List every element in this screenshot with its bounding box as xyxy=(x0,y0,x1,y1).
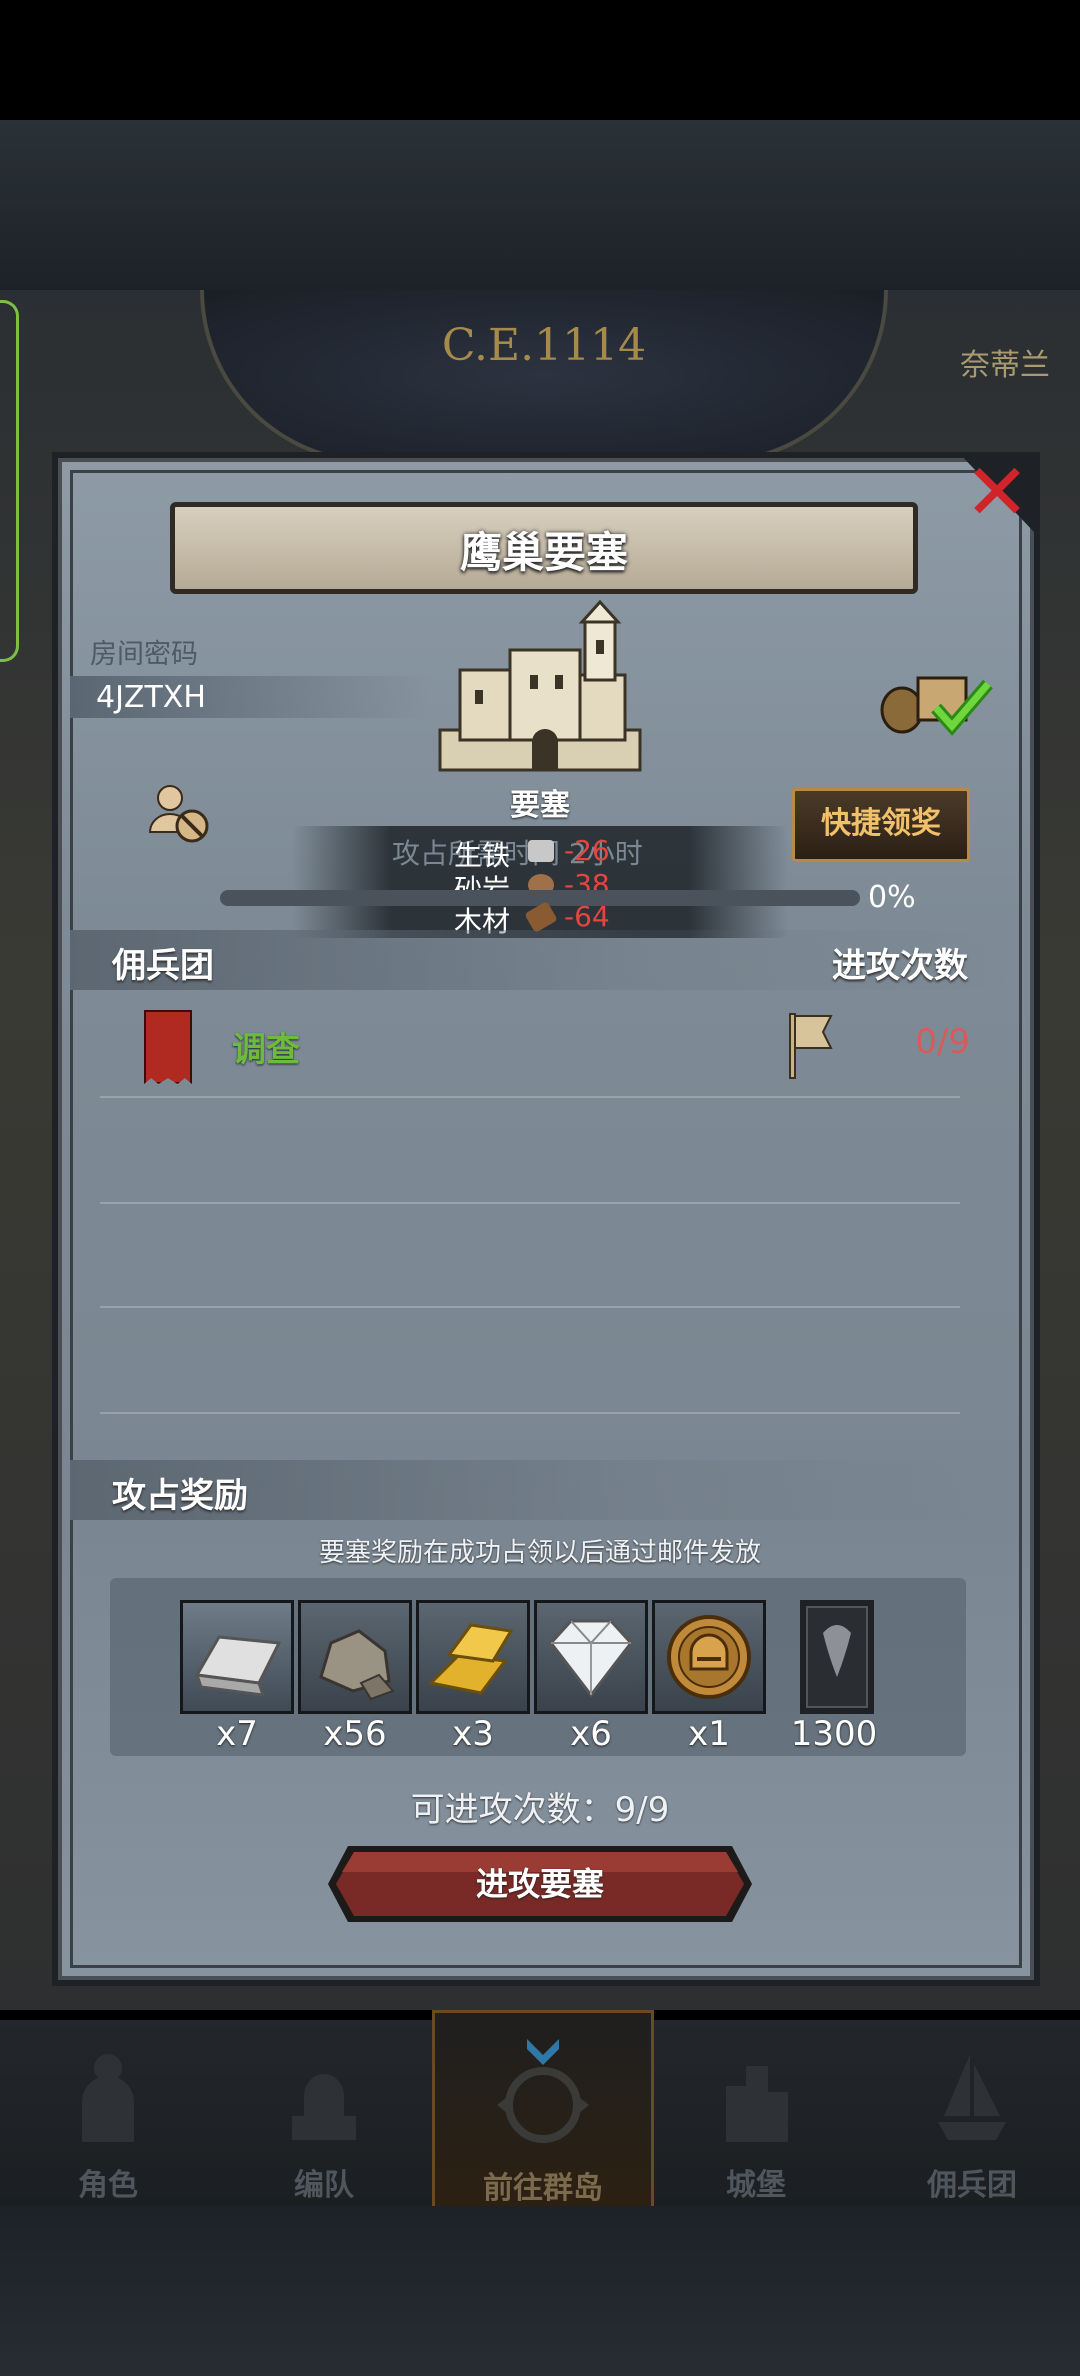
nav-item-character[interactable]: 角色 xyxy=(0,2020,216,2206)
rewards-header: 攻占奖励 xyxy=(112,1476,248,1516)
room-password-label: 房间密码 xyxy=(90,639,198,670)
nav-label: 佣兵团 xyxy=(927,2168,1017,2203)
nav-label: 编队 xyxy=(294,2168,354,2203)
nav-label: 前往群岛 xyxy=(483,2171,603,2206)
fortress-icon[interactable] xyxy=(420,600,660,780)
side-tab[interactable] xyxy=(0,300,19,662)
banner-icon[interactable] xyxy=(800,1600,874,1714)
row-divider xyxy=(100,1306,960,1308)
nav-item-formation[interactable]: 编队 xyxy=(216,2020,432,2206)
nav-item-archipelago[interactable]: 前往群岛 xyxy=(432,2010,654,2212)
knight-icon xyxy=(82,2054,134,2142)
quick-claim-button[interactable]: 快捷领奖 xyxy=(792,788,970,862)
top-backdrop xyxy=(0,120,1080,290)
bottom-backdrop xyxy=(0,2206,1080,2376)
stone-icon[interactable] xyxy=(298,1600,412,1714)
era-label: C.E.1114 xyxy=(441,320,647,371)
formation-icon xyxy=(292,2074,356,2140)
diamond-icon[interactable] xyxy=(534,1600,648,1714)
attack-count-header: 进攻次数 xyxy=(832,946,968,986)
room-code[interactable]: 4JZTXH xyxy=(96,680,206,715)
era-dial: C.E.1114 xyxy=(200,290,888,464)
fire-banner-icon xyxy=(144,1010,192,1084)
nav-label: 城堡 xyxy=(726,2168,786,2203)
reward-count: x3 xyxy=(452,1714,494,1754)
fortress-label: 要塞 xyxy=(510,788,570,823)
gold-bar-icon[interactable] xyxy=(416,1600,530,1714)
resource-value: -64 xyxy=(564,900,610,933)
iron-bar-icon[interactable] xyxy=(180,1600,294,1714)
reward-count: x1 xyxy=(688,1714,730,1754)
reward-count: 1300 xyxy=(790,1714,878,1754)
attempts-remaining: 可进攻次数：9/9 xyxy=(410,1790,670,1830)
mercenary-header: 佣兵团 xyxy=(112,946,214,986)
dialog-title: 鹰巢要塞 xyxy=(459,528,628,577)
reward-count: x7 xyxy=(216,1714,258,1754)
reward-count: x56 xyxy=(323,1714,387,1754)
reward-note: 要塞奖励在成功占领以后通过邮件发放 xyxy=(318,1538,761,1568)
user-blocked-icon[interactable] xyxy=(144,778,214,848)
row-divider xyxy=(100,1412,960,1414)
nav-label: 角色 xyxy=(78,2168,138,2203)
row-divider xyxy=(100,1202,960,1204)
ship-icon xyxy=(938,2054,1006,2140)
capture-progress-label: 0% xyxy=(868,880,916,915)
mercenary-attack-count: 0/9 xyxy=(915,1022,970,1062)
nav-item-castle[interactable]: 城堡 xyxy=(648,2020,864,2206)
compass-icon xyxy=(497,2039,589,2143)
nav-item-mercenary[interactable]: 佣兵团 xyxy=(864,2020,1080,2206)
mercenary-name[interactable]: 调查 xyxy=(232,1022,300,1071)
supply-claimed-icon[interactable] xyxy=(878,666,998,736)
flag-icon xyxy=(789,1013,833,1079)
resource-value: -26 xyxy=(564,834,610,867)
close-icon[interactable]: ✕ xyxy=(962,454,1032,532)
region-label: 奈蒂兰 xyxy=(960,348,1050,383)
attack-fortress-button[interactable]: 进攻要塞 xyxy=(326,1844,754,1924)
castle-icon xyxy=(726,2066,788,2142)
title-plate: 鹰巢要塞 xyxy=(170,502,918,594)
helmet-coin-icon[interactable] xyxy=(652,1600,766,1714)
iron-icon xyxy=(528,840,554,862)
row-divider xyxy=(100,1096,960,1098)
reward-count: x6 xyxy=(570,1714,612,1754)
